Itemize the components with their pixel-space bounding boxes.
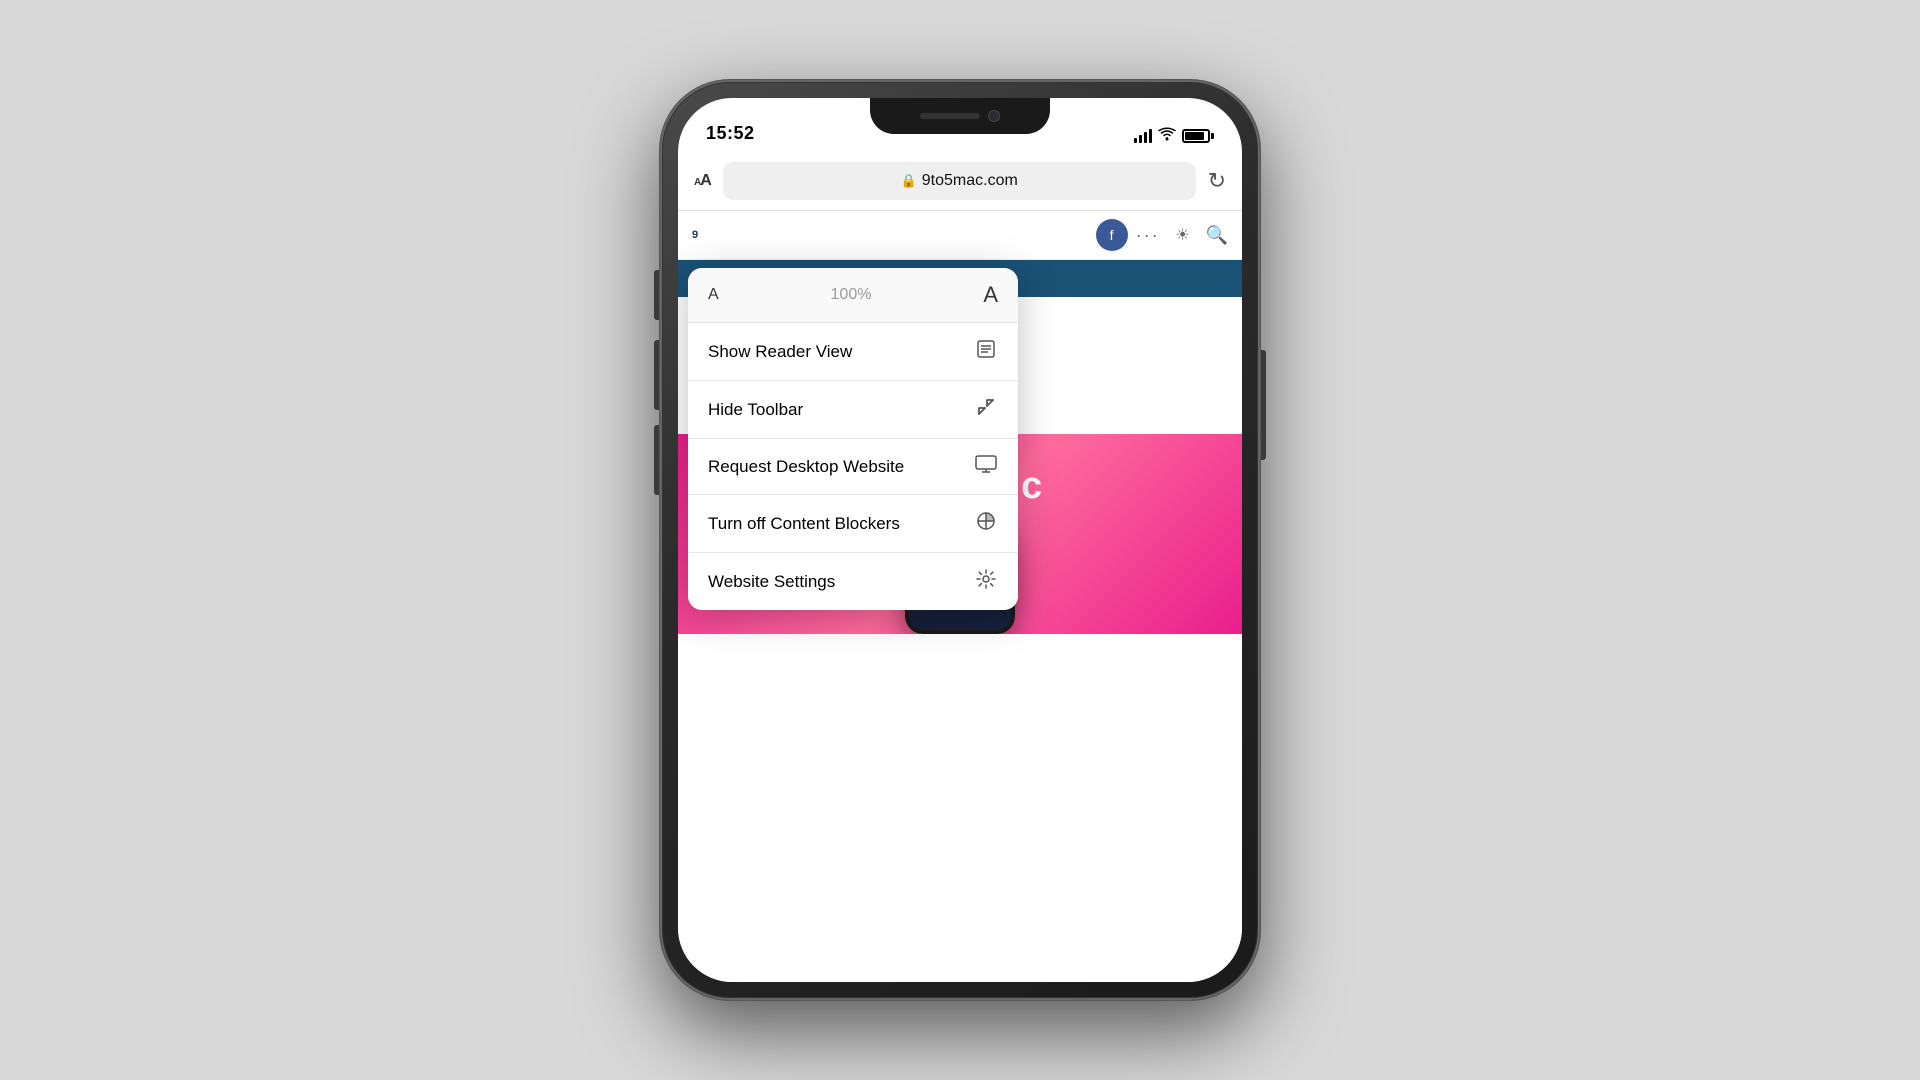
notch bbox=[870, 98, 1050, 134]
hide-toolbar-icon bbox=[974, 397, 998, 422]
screen-content: AA 🔒 9to5mac.com ↻ 9 f ··· ☀ 🔍 bbox=[678, 152, 1242, 982]
reader-view-icon bbox=[974, 339, 998, 364]
content-blockers-label: Turn off Content Blockers bbox=[708, 514, 900, 534]
volume-up-button bbox=[654, 340, 659, 410]
show-reader-view-label: Show Reader View bbox=[708, 342, 852, 362]
search-icon[interactable]: 🔍 bbox=[1206, 225, 1228, 246]
reload-button[interactable]: ↻ bbox=[1208, 168, 1226, 194]
status-time: 15:52 bbox=[706, 123, 755, 144]
menu-item-content-blockers[interactable]: Turn off Content Blockers bbox=[688, 495, 1018, 553]
desktop-icon bbox=[974, 455, 998, 478]
menu-item-request-desktop[interactable]: Request Desktop Website bbox=[688, 439, 1018, 495]
power-button bbox=[1261, 350, 1266, 460]
font-size-control[interactable]: AA bbox=[694, 173, 711, 189]
phone-device: 15:52 bbox=[660, 80, 1260, 1000]
address-bar[interactable]: AA 🔒 9to5mac.com ↻ bbox=[678, 152, 1242, 211]
volume-down-button bbox=[654, 425, 659, 495]
phone-screen: 15:52 bbox=[678, 98, 1242, 982]
mute-button bbox=[654, 270, 659, 320]
wifi-icon bbox=[1158, 127, 1176, 144]
hide-toolbar-label: Hide Toolbar bbox=[708, 400, 803, 420]
menu-item-show-reader-view[interactable]: Show Reader View bbox=[688, 323, 1018, 381]
more-icon[interactable]: ··· bbox=[1136, 225, 1160, 246]
signal-icon bbox=[1134, 129, 1152, 143]
status-icons bbox=[1134, 127, 1214, 144]
context-menu: A 100% A Show Reader View bbox=[688, 268, 1018, 610]
site-nav: 9 f ··· ☀ 🔍 bbox=[678, 211, 1242, 260]
font-decrease-button[interactable]: A bbox=[708, 286, 719, 304]
menu-item-hide-toolbar[interactable]: Hide Toolbar bbox=[688, 381, 1018, 439]
menu-item-website-settings[interactable]: Website Settings bbox=[688, 553, 1018, 610]
settings-icon bbox=[974, 569, 998, 594]
facebook-icon[interactable]: f bbox=[1096, 219, 1128, 251]
front-camera bbox=[988, 110, 1000, 122]
site-logo: 9 bbox=[692, 229, 698, 241]
font-size-row[interactable]: A 100% A bbox=[688, 268, 1018, 323]
battery-icon bbox=[1182, 129, 1214, 143]
content-blockers-icon bbox=[974, 511, 998, 536]
speaker-grill bbox=[920, 113, 980, 119]
url-text: 9to5mac.com bbox=[922, 172, 1018, 190]
font-increase-button[interactable]: A bbox=[983, 282, 998, 308]
website-settings-label: Website Settings bbox=[708, 572, 835, 592]
brightness-icon[interactable]: ☀ bbox=[1168, 220, 1198, 250]
url-bar[interactable]: 🔒 9to5mac.com bbox=[723, 162, 1196, 200]
font-percent-label: 100% bbox=[831, 286, 872, 304]
lock-icon: 🔒 bbox=[901, 173, 917, 189]
request-desktop-label: Request Desktop Website bbox=[708, 457, 904, 477]
